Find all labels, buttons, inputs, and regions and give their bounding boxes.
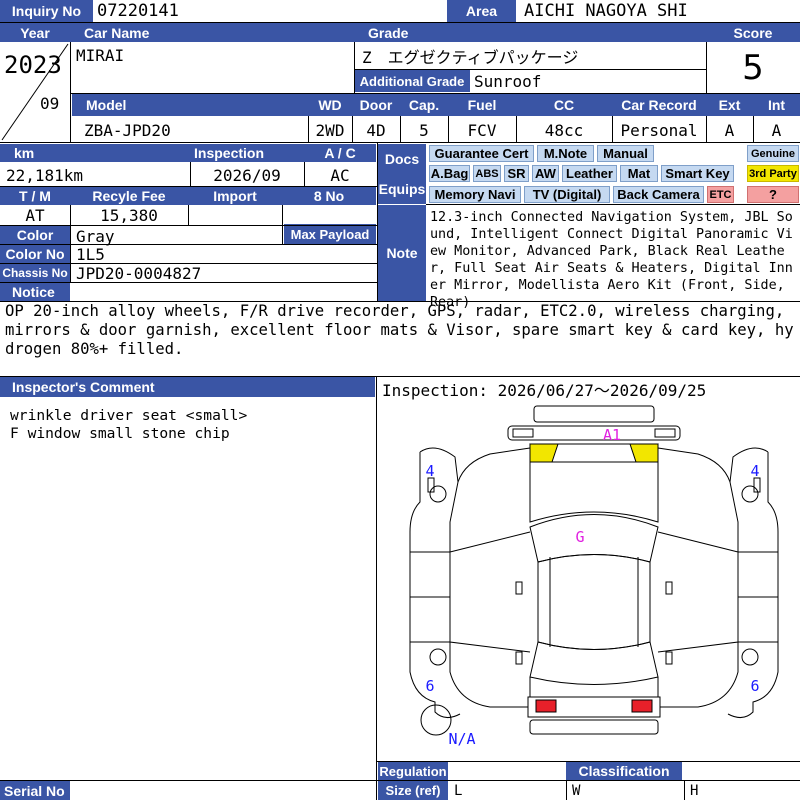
tag-leather: Leather [562,165,617,182]
ext-label: Ext [706,94,753,116]
mark-left-rear: 6 [425,677,434,695]
mark-right-rear: 6 [750,677,759,695]
grade-label: Grade [354,23,706,42]
equips-label: Equips [378,174,426,204]
int-value: A [771,120,782,140]
tm-label: T / M [0,187,70,205]
eight-no-label: 8 No [282,187,376,205]
inquiry-no-value: 07220141 [97,1,179,21]
max-payload-label: Max Payload [284,224,376,244]
classification-label: Classification [566,762,682,780]
note-label: Note [378,205,426,301]
size-ref-label: Size (ref) [378,781,448,800]
car-record-label: Car Record [612,94,706,116]
regulation-label: Regulation [378,762,448,780]
int-label: Int [753,94,800,116]
inspection-label: Inspection [190,144,304,162]
tag-unknown: ? [747,186,799,203]
car-diagram: A1 G 4 4 6 6 N/A [409,405,779,748]
model-label: Model [72,94,308,116]
score-value: 5 [742,48,764,88]
car-name-value: MIRAI [76,46,125,65]
cap-label: Cap. [400,94,448,116]
tag-tv-digital: TV (Digital) [524,186,610,203]
ac-label: A / C [304,144,376,162]
import-label: Import [188,187,282,205]
inquiry-no-label: Inquiry No [0,0,93,22]
inspector-comment-label: Inspector's Comment [0,377,375,397]
tag-smart-key: Smart Key [661,165,734,182]
door-label: Door [352,94,400,116]
mark-left-front: 4 [425,462,434,480]
chassis-no-value: JPD20-0004827 [76,264,202,282]
inspector-comment-text: wrinkle driver seat <small> F window sma… [10,407,248,442]
note-text: 12.3-inch Connected Navigation System, J… [430,210,793,310]
notice-label: Notice [0,283,70,301]
fuel-value: FCV [467,120,497,140]
score-label: Score [706,23,800,42]
cap-value: 5 [419,120,429,140]
notice-text: OP 20-inch alloy wheels, F/R drive recor… [5,302,794,358]
car-record-value: Personal [620,120,698,140]
tag-genuine: Genuine [747,145,799,162]
mark-front: A1 [603,426,621,444]
month-value: 09 [40,93,60,113]
tm-value: AT [25,205,45,225]
door-value: 4D [366,120,386,140]
tag-mat: Mat [620,165,658,182]
mark-roof: G [575,528,584,546]
inspection-period: Inspection: 2026/06/27〜2026/09/25 [382,381,707,400]
size-l: L [454,782,463,799]
km-value: 22,181km [6,165,84,185]
recycle-fee-value: 15,380 [100,205,158,225]
tag-aw: AW [532,165,559,182]
car-name-label: Car Name [70,23,354,42]
size-h: H [690,782,699,799]
ac-value: AC [330,165,350,185]
grade-value: Z エグゼクティブパッケージ [362,48,579,67]
size-w: W [572,782,581,799]
tag-etc: ETC [707,186,734,203]
color-value: Gray [76,226,115,246]
tag-manual: Manual [597,145,654,162]
recycle-fee-label: Recyle Fee [70,187,188,205]
km-label: km [0,144,190,162]
wd-value: 2WD [315,120,345,140]
tag-sr: SR [504,165,529,182]
color-no-value: 1L5 [76,245,105,263]
color-label: Color [0,226,70,244]
year-divider [1,43,69,141]
additional-grade-value: Sunroof [474,71,542,91]
tag-third-party: 3rd Party [747,165,799,182]
fuel-label: Fuel [448,94,516,116]
tag-m-note: M.Note [537,145,594,162]
model-value: ZBA-JPD20 [84,120,171,140]
docs-label: Docs [378,144,426,174]
area-value: AICHI NAGOYA SHI [524,1,688,21]
tag-guarantee-cert: Guarantee Cert [429,145,534,162]
tag-back-camera: Back Camera [613,186,704,203]
area-label: Area [447,0,516,22]
wd-label: WD [308,94,352,116]
tag-a-bag: A.Bag [429,165,470,182]
cc-value: 48cc [544,120,584,140]
tag-abs: ABS [473,165,501,182]
inspection-value: 2026/09 [213,165,281,185]
mark-right-front: 4 [750,462,759,480]
cc-label: CC [516,94,612,116]
serial-no-label: Serial No [0,781,70,800]
chassis-no-label: Chassis No [0,264,70,282]
tag-memory-navi: Memory Navi [429,186,521,203]
additional-grade-label: Additional Grade [354,70,470,92]
year-label: Year [0,23,70,42]
mark-spare: N/A [448,730,475,748]
ext-value: A [724,120,735,140]
color-no-label: Color No [0,245,70,263]
